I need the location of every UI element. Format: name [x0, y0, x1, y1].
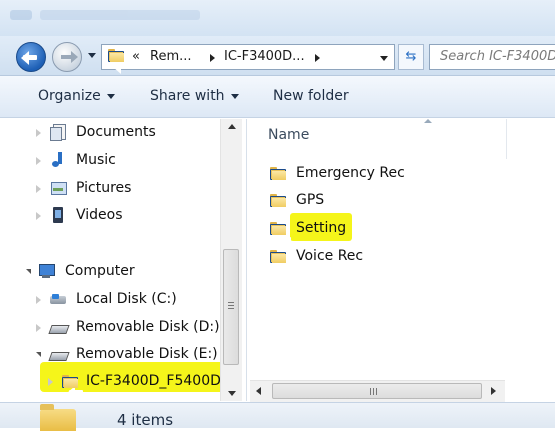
scroll-left-icon[interactable]	[256, 387, 261, 395]
recent-pages-dropdown[interactable]	[88, 53, 96, 58]
nav-item-label: Removable Disk (E:)	[76, 346, 218, 362]
item-count: 4 items	[117, 411, 174, 429]
nav-item-pictures[interactable]: Pictures	[36, 177, 216, 201]
collapse-icon[interactable]	[26, 269, 31, 274]
crumb-rem[interactable]: Rem...	[150, 49, 192, 64]
videos-icon	[50, 207, 66, 223]
chevron-down-icon	[106, 93, 115, 99]
address-bar: « Rem... IC-F3400D... ⇆ Search IC-F3400D	[0, 36, 555, 76]
nav-item-label: Documents	[76, 124, 156, 140]
removable-disk-icon	[50, 319, 66, 335]
share-with-label: Share with	[150, 88, 225, 104]
folder-icon	[108, 49, 129, 74]
search-input[interactable]: Search IC-F3400D	[429, 44, 555, 70]
expand-icon[interactable]	[48, 378, 53, 386]
crumb-separator-icon[interactable]	[315, 54, 320, 62]
local-disk-icon	[50, 291, 66, 307]
folder-icon	[62, 375, 83, 400]
scroll-thumb[interactable]	[223, 249, 239, 365]
nav-item-documents[interactable]: Documents	[36, 121, 216, 145]
pictures-icon	[50, 180, 67, 196]
folder-icon	[270, 167, 291, 192]
folder-icon	[270, 194, 291, 219]
sort-ascending-icon	[424, 119, 432, 123]
music-icon	[50, 152, 66, 168]
file-list: Name Emergency Rec GPS Setting Voice Rec	[248, 119, 555, 401]
nav-item-music[interactable]: Music	[36, 149, 216, 173]
scroll-down-icon[interactable]	[228, 391, 236, 396]
expand-icon[interactable]	[36, 157, 41, 165]
expand-icon[interactable]	[36, 129, 41, 137]
documents-icon	[50, 124, 66, 141]
nav-item-removable-disk-d[interactable]: Removable Disk (D:)	[36, 316, 220, 340]
crumb-ic-f3400d[interactable]: IC-F3400D...	[224, 49, 305, 64]
nav-item-videos[interactable]: Videos	[36, 204, 216, 228]
scroll-right-icon[interactable]	[491, 387, 496, 395]
back-button[interactable]	[16, 42, 46, 72]
nav-pane-scrollbar[interactable]	[220, 119, 242, 401]
path-box[interactable]: « Rem... IC-F3400D...	[101, 44, 395, 74]
nav-item-label: Music	[76, 152, 116, 168]
new-folder-button[interactable]: New folder	[273, 88, 349, 104]
column-header-name[interactable]: Name	[268, 127, 309, 143]
forward-button[interactable]	[52, 42, 82, 72]
organize-label: Organize	[38, 88, 101, 104]
title-strip	[0, 0, 555, 36]
command-bar: Organize Share with New folder	[0, 76, 555, 118]
nav-item-label: Videos	[76, 207, 123, 223]
expand-icon[interactable]	[36, 324, 41, 332]
chevron-down-icon	[230, 93, 239, 99]
pane-splitter[interactable]	[246, 119, 247, 401]
column-divider[interactable]	[506, 119, 507, 159]
expand-icon[interactable]	[36, 185, 41, 193]
nav-item-ic-f3400d-f5400d[interactable]: IC-F3400D_F5400D	[48, 370, 223, 400]
scroll-up-icon[interactable]	[228, 124, 236, 129]
file-item-label: Setting	[296, 220, 347, 236]
nav-item-label: Local Disk (C:)	[76, 291, 177, 307]
path-overflow[interactable]: «	[132, 49, 140, 64]
refresh-icon[interactable]: ⇆	[398, 44, 424, 70]
file-list-scrollbar[interactable]	[250, 380, 505, 402]
nav-item-local-disk-c[interactable]: Local Disk (C:)	[36, 288, 216, 312]
nav-item-removable-disk-e[interactable]: Removable Disk (E:)	[36, 343, 218, 367]
collapse-icon[interactable]	[36, 352, 41, 357]
nav-item-computer[interactable]: Computer	[26, 260, 216, 284]
removable-disk-icon	[50, 346, 66, 362]
window-title-blurred	[10, 6, 210, 24]
folder-icon	[270, 250, 291, 275]
file-item-label: GPS	[296, 192, 325, 208]
expand-icon[interactable]	[36, 296, 41, 304]
file-item-label: Emergency Rec	[296, 165, 405, 181]
folder-icon	[270, 222, 291, 247]
nav-item-label: Pictures	[76, 180, 132, 196]
nav-item-label: Computer	[65, 263, 135, 279]
chevron-down-icon[interactable]	[380, 56, 388, 61]
nav-item-label: IC-F3400D_F5400D	[86, 373, 221, 389]
nav-item-label: Removable Disk (D:)	[76, 319, 220, 335]
organize-button[interactable]: Organize	[38, 88, 115, 104]
scroll-thumb[interactable]	[272, 383, 482, 399]
file-item-label: Voice Rec	[296, 248, 364, 264]
details-pane: 4 items	[0, 402, 555, 431]
crumb-separator-icon[interactable]	[210, 54, 215, 62]
computer-icon	[38, 263, 55, 279]
share-with-button[interactable]: Share with	[150, 88, 239, 104]
expand-icon[interactable]	[36, 212, 41, 220]
